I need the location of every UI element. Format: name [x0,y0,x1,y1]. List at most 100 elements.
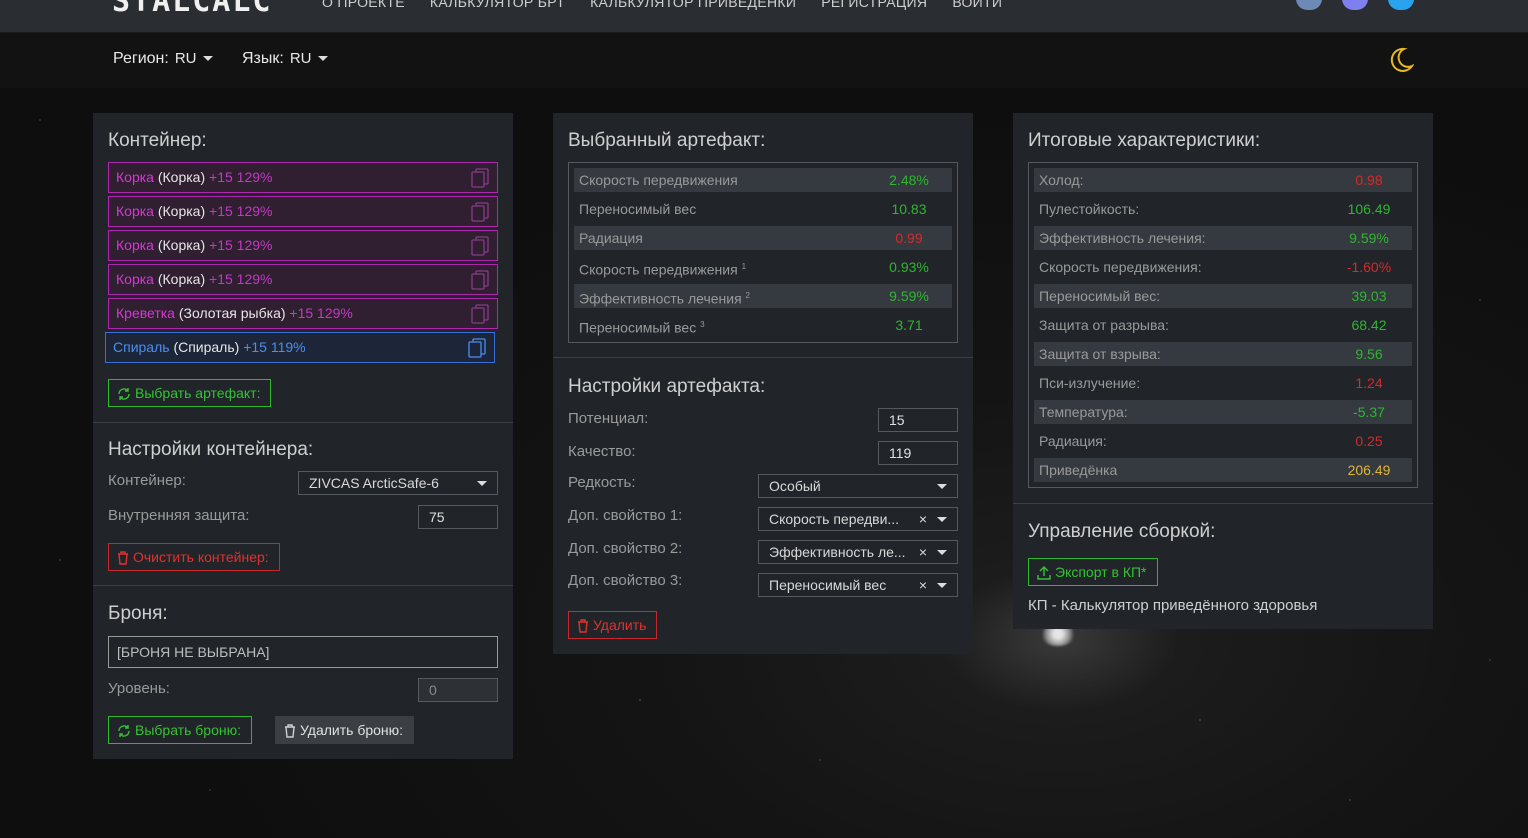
nav-reduced-calculator[interactable]: КАЛЬКУЛЯТОР ПРИВЕДЁНКИ [590,0,796,10]
copy-icon[interactable] [471,236,489,256]
clear-icon[interactable]: × [919,574,927,596]
export-label: Экспорт в КП* [1055,564,1147,580]
copy-icon[interactable] [471,168,489,188]
container-panel: Контейнер: Корка (Корка) +15 129% Корка … [93,113,513,759]
extra-prop-1-label: Доп. свойство 1: [568,507,683,524]
extra-prop-2-value: Эффективность ле... [769,544,906,560]
extra-prop-2-select[interactable]: Эффективность ле... × [758,540,958,564]
delete-armor-label: Удалить броню: [300,722,404,738]
container-type-select[interactable]: ZIVCAS ArcticSafe-6 [298,471,498,495]
totals-panel: Итоговые характеристики: Холод: 0.98 Пул… [1013,113,1433,629]
stat-name: Холод: [1039,172,1084,188]
stat-value: 39.03 [1351,288,1387,304]
artifact-panel: Выбранный артефакт: Скорость передвижени… [553,113,973,654]
stat-name: Переносимый вес [579,201,697,217]
slot-artifact-level: +15 129% [209,203,273,219]
inner-protection-label: Внутренняя защита: [108,507,250,524]
moon-icon[interactable] [1388,47,1414,73]
export-note: КП - Калькулятор приведённого здоровья [1028,597,1318,614]
slot-artifact-level: +15 129% [289,305,353,321]
extra-prop-3-value: Переносимый вес [769,577,887,593]
discord-icon[interactable] [1342,0,1368,10]
chevron-down-icon [937,517,947,522]
stat-row: Пси-излучение: 1.24 [1034,371,1412,395]
quality-input[interactable]: 119 [878,441,958,465]
copy-icon[interactable] [471,270,489,290]
footnote-mark: 1 [741,262,747,271]
artifact-slot[interactable]: Корка (Корка) +15 129% [108,162,498,193]
export-button[interactable]: Экспорт в КП* [1028,558,1158,586]
slot-artifact-base: (Спираль) [173,339,240,355]
stat-value: 68.42 [1351,317,1387,333]
vk-icon[interactable] [1296,0,1322,10]
slot-artifact-level: +15 119% [243,339,306,355]
quality-label: Качество: [568,443,636,460]
stat-row: Защита от взрыва: 9.56 [1034,342,1412,366]
stat-name: Пулестойкость: [1039,201,1140,217]
social-links [1296,0,1414,10]
clear-container-button[interactable]: Очистить контейнер: [108,543,280,571]
stat-value: 9.56 [1355,346,1383,362]
selected-artifact-title: Выбранный артефакт: [568,130,766,151]
slot-artifact-base: (Корка) [157,169,206,185]
extra-prop-3-select[interactable]: Переносимый вес × [758,573,958,597]
clear-icon[interactable]: × [919,541,927,563]
divider [93,422,513,423]
nav-brt-calculator[interactable]: КАЛЬКУЛЯТОР БРТ [430,0,565,10]
nav-about[interactable]: О ПРОЕКТЕ [322,0,405,10]
language-select[interactable]: Язык: RU [242,50,328,68]
stat-value: 0.99 [895,230,923,246]
artifact-settings-title: Настройки артефакта: [568,376,766,397]
artifact-slot[interactable]: Креветка (Золотая рыбка) +15 129% [108,298,498,329]
site-logo[interactable]: STALCALC [112,0,273,19]
slot-artifact-base: (Корка) [157,271,206,287]
delete-artifact-button[interactable]: Удалить [568,611,658,639]
nav-register[interactable]: РЕГИСТРАЦИЯ [821,0,927,10]
footnote-mark: 2 [745,291,750,300]
nav-login[interactable]: ВОЙТИ [952,0,1002,10]
stat-name: Температура: [1039,404,1128,420]
region-value: RU [174,50,197,67]
clear-container-label: Очистить контейнер: [133,549,269,565]
slot-artifact-name: Корка [116,169,154,185]
rarity-select[interactable]: Особый [758,474,958,498]
upload-icon [1037,566,1051,580]
inner-protection-input[interactable]: 75 [418,505,498,529]
copy-icon[interactable] [468,338,486,358]
delete-armor-button[interactable]: Удалить броню: [275,716,415,744]
stat-row: Эффективность лечения 2 9.59% [574,284,952,308]
artifact-slot-selected[interactable]: Спираль (Спираль) +15 119% [105,332,495,363]
trash-icon [118,551,128,565]
artifact-slot[interactable]: Корка (Корка) +15 129% [108,230,498,261]
region-select[interactable]: Регион: RU [113,50,213,68]
select-artifact-label: Выбрать артефакт: [135,385,261,401]
twitter-icon[interactable] [1388,0,1414,10]
settings-bar: Регион: RU Язык: RU [0,33,1528,88]
select-armor-button[interactable]: Выбрать броню: [108,716,252,744]
stat-name: Защита от взрыва: [1039,346,1161,362]
extra-prop-1-select[interactable]: Скорость передви... × [758,507,958,531]
armor-field[interactable]: [БРОНЯ НЕ ВЫБРАНА] [108,636,498,668]
select-artifact-button[interactable]: Выбрать артефакт: [108,379,272,407]
extra-prop-3-label: Доп. свойство 3: [568,572,683,589]
language-value: RU [289,50,312,67]
stat-row: Радиация: 0.25 [1034,429,1412,453]
slot-artifact-base: (Золотая рыбка) [178,305,286,321]
stat-name: Скорость передвижения 1 [579,261,747,278]
copy-icon[interactable] [471,202,489,222]
stat-name: Переносимый вес: [1039,288,1161,304]
stat-value: 3.71 [895,317,923,333]
clear-icon[interactable]: × [919,508,927,530]
stat-name: Защита от разрыва: [1039,317,1169,333]
copy-icon[interactable] [471,304,489,324]
artifact-slot[interactable]: Корка (Корка) +15 129% [108,196,498,227]
stat-name: Эффективность лечения: [1039,230,1206,246]
stat-name: Радиация: [1039,433,1107,449]
stat-value: 9.59% [889,288,929,304]
footnote-mark: 3 [700,320,705,329]
artifact-slot[interactable]: Корка (Корка) +15 129% [108,264,498,295]
slot-artifact-base: (Корка) [157,237,206,253]
refresh-icon [118,725,130,737]
potential-input[interactable]: 15 [878,408,958,432]
stat-value: 1.24 [1355,375,1383,391]
